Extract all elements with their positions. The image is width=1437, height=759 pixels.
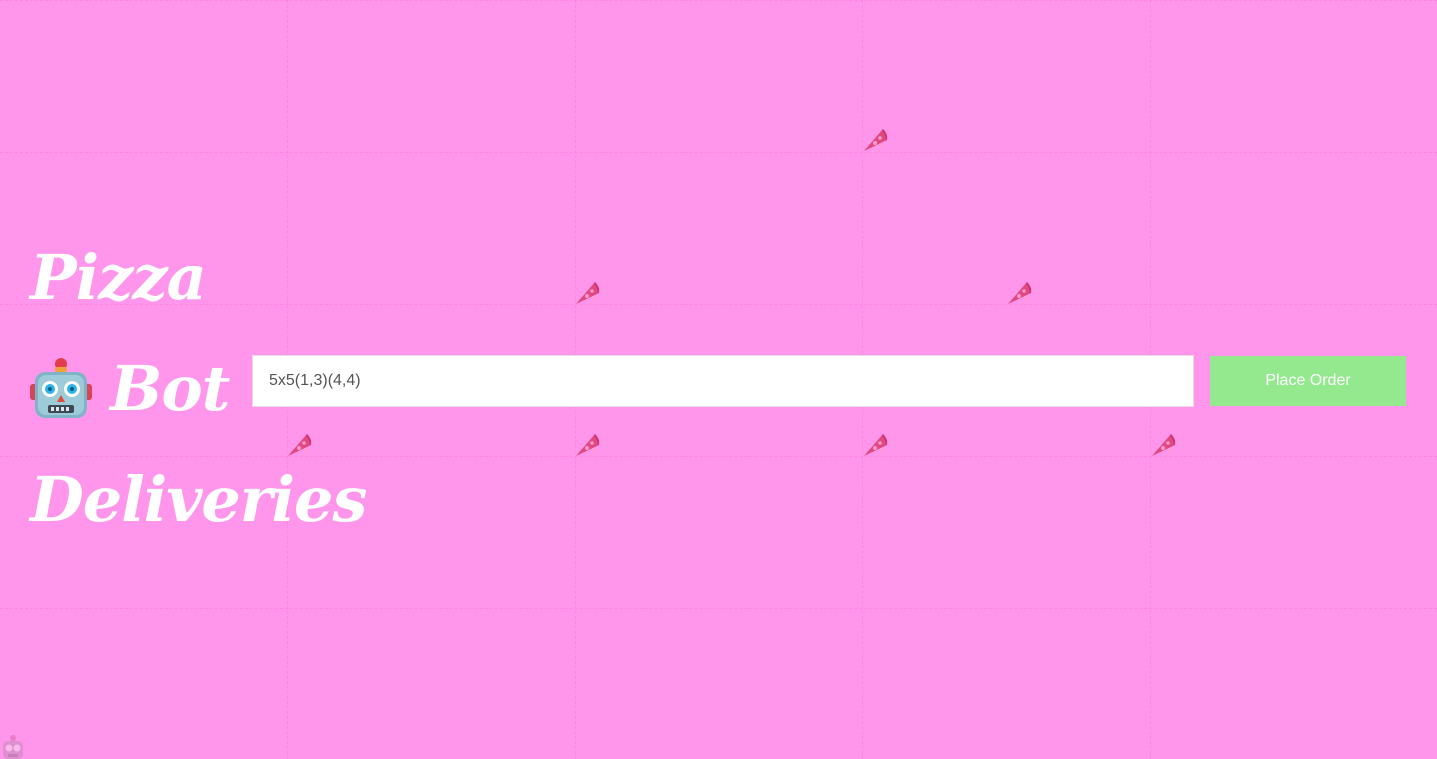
grid-line-horizontal [0,0,1437,1]
title-line: Deliveries [30,444,367,555]
grid-line-horizontal [0,608,1437,609]
robot-icon [30,357,92,418]
pizza-slice-icon [1008,282,1032,304]
title-line: Pizza [30,222,366,333]
place-order-button[interactable]: Place Order [1210,356,1406,406]
title-word-deliveries: Deliveries [30,462,367,536]
pizza-slice-icon [864,129,888,151]
grid-line-horizontal [0,152,1437,153]
pizza-slice-icon [1152,434,1176,456]
pizza-slice-icon [576,434,600,456]
order-input[interactable] [252,355,1194,407]
robot-icon [3,735,23,759]
pizza-slice-icon [864,434,888,456]
title-word-bot: Bot [110,351,230,425]
pizza-slice-icon [576,282,600,304]
title-word-pizza: Pizza [30,240,207,314]
